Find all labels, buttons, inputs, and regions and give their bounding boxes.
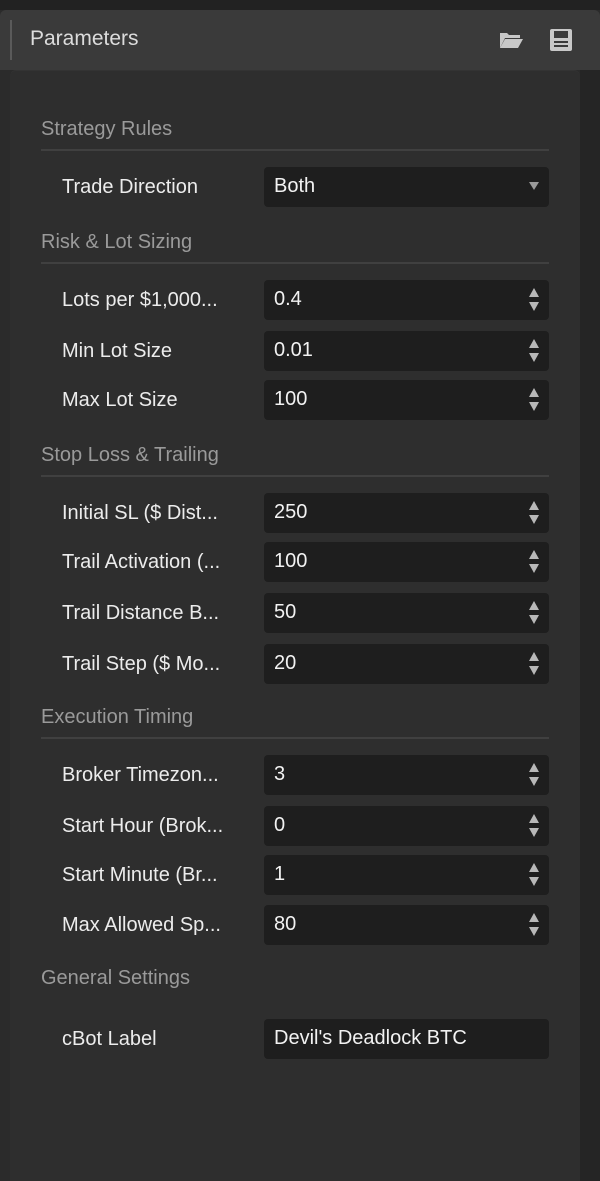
param-label-trail-activation: Trail Activation (... — [62, 551, 221, 573]
max-allowed-spread-input[interactable]: 80 — [264, 905, 549, 945]
folder-open-icon[interactable] — [498, 28, 524, 52]
trail-step-value: 20 — [274, 652, 297, 674]
section-title-stop-loss-trailing: Stop Loss & Trailing — [41, 444, 219, 466]
top-strip — [0, 0, 600, 10]
min-lot-size-value: 0.01 — [274, 339, 313, 361]
trail-activation-value: 100 — [274, 550, 308, 572]
trail-activation-input[interactable]: 100 — [264, 542, 549, 582]
trade-direction-value: Both — [274, 175, 316, 197]
start-minute-input[interactable]: 1 — [264, 855, 549, 895]
section-title-general-settings: General Settings — [41, 967, 190, 989]
stepper-icon[interactable] — [527, 336, 541, 366]
save-icon[interactable] — [548, 28, 574, 52]
stepper-icon[interactable] — [527, 498, 541, 528]
panel-title: Parameters — [30, 27, 139, 50]
param-label-lots-per-1000: Lots per $1,000... — [62, 289, 218, 311]
chevron-down-icon — [529, 182, 539, 190]
section-title-strategy-rules: Strategy Rules — [41, 118, 173, 140]
stepper-icon[interactable] — [527, 285, 541, 315]
param-label-cbot-label: cBot Label — [62, 1028, 157, 1050]
section-divider — [41, 262, 549, 264]
trade-direction-dropdown[interactable]: Both — [264, 167, 549, 207]
stepper-icon[interactable] — [527, 811, 541, 841]
stepper-icon[interactable] — [527, 385, 541, 415]
broker-timezone-value: 3 — [274, 763, 286, 785]
param-label-initial-sl: Initial SL ($ Dist... — [62, 502, 218, 524]
start-minute-value: 1 — [274, 863, 286, 885]
stepper-icon[interactable] — [527, 547, 541, 577]
min-lot-size-input[interactable]: 0.01 — [264, 331, 549, 371]
cbot-label-value: Devil's Deadlock BTC — [274, 1027, 467, 1049]
param-label-start-minute: Start Minute (Br... — [62, 864, 218, 886]
start-hour-input[interactable]: 0 — [264, 806, 549, 846]
initial-sl-value: 250 — [274, 501, 308, 523]
drag-handle[interactable] — [10, 20, 12, 60]
panel-header: Parameters — [0, 10, 600, 70]
max-allowed-spread-value: 80 — [274, 913, 297, 935]
section-title-execution-timing: Execution Timing — [41, 706, 194, 728]
section-divider — [41, 737, 549, 739]
stepper-icon[interactable] — [527, 598, 541, 628]
cbot-label-input[interactable]: Devil's Deadlock BTC — [264, 1019, 549, 1059]
max-lot-size-value: 100 — [274, 388, 308, 410]
param-label-min-lot-size: Min Lot Size — [62, 340, 173, 362]
param-label-trade-direction: Trade Direction — [62, 176, 198, 198]
stepper-icon[interactable] — [527, 910, 541, 940]
param-label-max-allowed-spread: Max Allowed Sp... — [62, 914, 221, 936]
lots-per-1000-input[interactable]: 0.4 — [264, 280, 549, 320]
section-divider — [41, 475, 549, 477]
broker-timezone-input[interactable]: 3 — [264, 755, 549, 795]
trail-distance-value: 50 — [274, 601, 297, 623]
param-label-max-lot-size: Max Lot Size — [62, 389, 178, 411]
lots-per-1000-value: 0.4 — [274, 288, 302, 310]
parameters-window: Parameters Strategy Rules Trade Directio… — [0, 0, 600, 1181]
stepper-icon[interactable] — [527, 760, 541, 790]
max-lot-size-input[interactable]: 100 — [264, 380, 549, 420]
start-hour-value: 0 — [274, 814, 286, 836]
stepper-icon[interactable] — [527, 649, 541, 679]
param-label-broker-timezone: Broker Timezon... — [62, 764, 219, 786]
stepper-icon[interactable] — [527, 860, 541, 890]
param-label-start-hour: Start Hour (Brok... — [62, 815, 224, 837]
section-title-risk-lot-sizing: Risk & Lot Sizing — [41, 231, 193, 253]
param-label-trail-distance: Trail Distance B... — [62, 602, 220, 624]
trail-step-input[interactable]: 20 — [264, 644, 549, 684]
trail-distance-input[interactable]: 50 — [264, 593, 549, 633]
initial-sl-input[interactable]: 250 — [264, 493, 549, 533]
section-divider — [41, 149, 549, 151]
panel-gutter — [580, 70, 600, 1181]
param-label-trail-step: Trail Step ($ Mo... — [62, 653, 221, 675]
